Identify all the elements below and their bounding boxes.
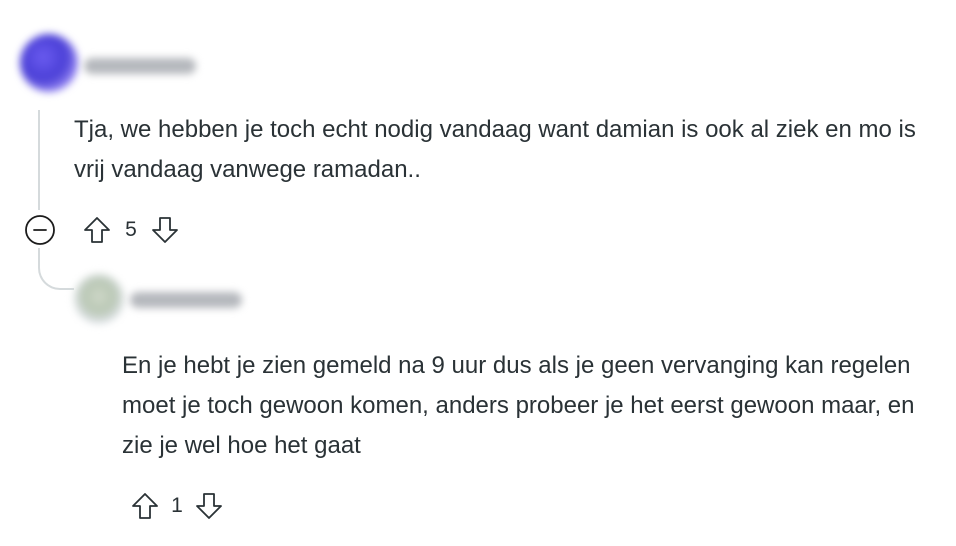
arrow-up-outline-icon (132, 493, 158, 519)
avatar[interactable] (20, 34, 78, 92)
arrow-down-outline-icon (152, 217, 178, 243)
comment-body: En je hebt je zien gemeld na 9 uur dus a… (122, 352, 915, 459)
upvote-button[interactable] (80, 213, 114, 247)
arrow-down-outline-icon (196, 493, 222, 519)
username-redacted (84, 58, 196, 74)
collapse-button[interactable] (24, 214, 56, 246)
comment-body: Tja, we hebben je toch echt nodig vandaa… (74, 116, 916, 183)
vote-score: 1 (171, 494, 183, 517)
reply-connector (38, 248, 74, 290)
upvote-button[interactable] (128, 489, 162, 523)
vote-score: 5 (125, 218, 137, 241)
arrow-up-outline-icon (84, 217, 110, 243)
avatar[interactable] (74, 274, 124, 324)
username-redacted (130, 292, 242, 308)
thread-line[interactable] (38, 110, 40, 210)
comment-actions: 1 (128, 488, 226, 524)
minus-circle-icon (25, 215, 55, 245)
downvote-button[interactable] (148, 213, 182, 247)
downvote-button[interactable] (192, 489, 226, 523)
comment-actions: 5 (24, 212, 182, 248)
